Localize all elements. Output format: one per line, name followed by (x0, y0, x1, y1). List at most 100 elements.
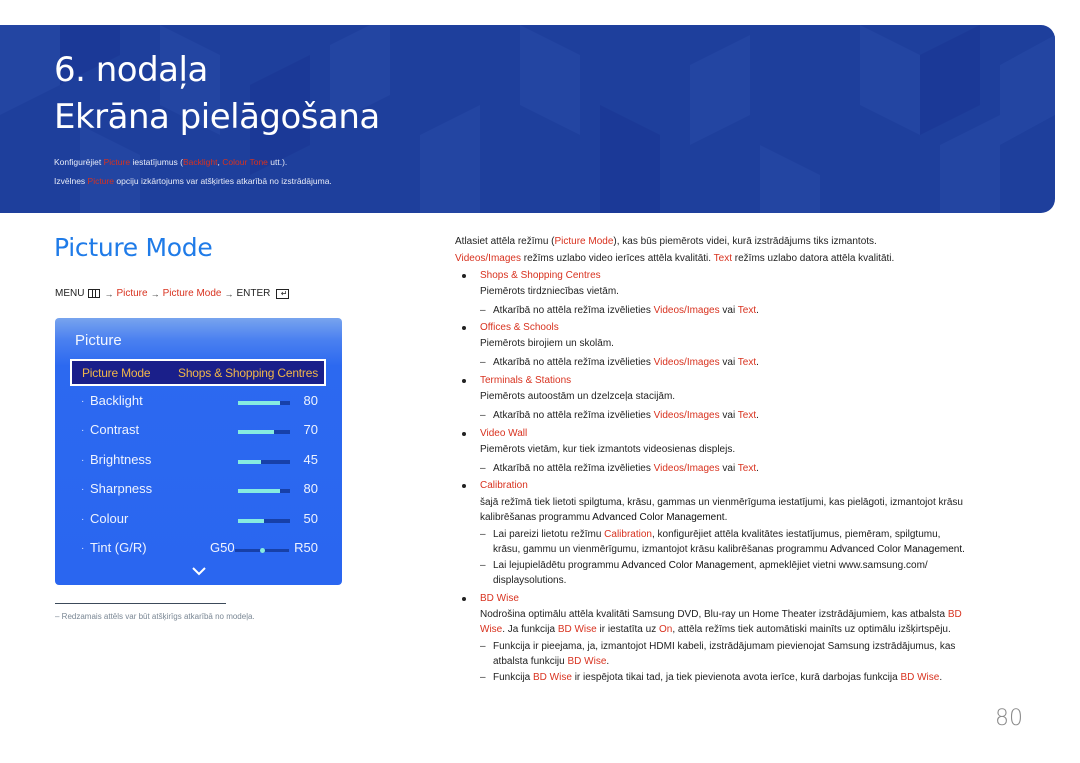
text-run: kalibrēšanas programmu (480, 512, 593, 523)
bullet-icon (462, 379, 466, 383)
setting-row-brightness[interactable]: · Brightness 45 (55, 452, 342, 472)
picture-mode-value: Shops & Shopping Centres (178, 365, 318, 380)
tint-green-value: G50 (210, 540, 235, 555)
setting-slider-fill (238, 430, 275, 434)
bullet-dot: · (81, 396, 85, 407)
text-run: šajā režīmā tiek lietoti spilgtuma, krās… (480, 497, 963, 508)
text-run: Lai pareizi lietotu režīmu (493, 529, 605, 540)
setting-slider[interactable] (238, 519, 290, 523)
text-run: Atkarībā no attēla režīma izvēlieties (493, 410, 654, 421)
text-run: atbalsta funkciju (493, 656, 568, 667)
highlight-term: Wise (480, 624, 503, 635)
product-name: Advanced Color Management (829, 544, 963, 555)
highlight-term: Videos/Images (653, 410, 720, 421)
arrow-icon: → (224, 288, 234, 299)
setting-row-tint[interactable]: · Tint (G/R) G50 R50 (55, 540, 342, 560)
dash-icon: – (480, 641, 486, 652)
mode-note: Atkarībā no attēla režīma izvēlieties Vi… (493, 304, 759, 318)
setting-slider[interactable] (238, 460, 290, 464)
intro-line-2: Videos/Images režīms uzlabo video ierīce… (455, 252, 894, 266)
arrow-icon: → (104, 288, 114, 299)
text-run: vai (719, 463, 738, 474)
highlight-term: Videos/Images (455, 253, 521, 264)
text-run: Nodrošina optimālu attēla kvalitāti Sams… (480, 609, 948, 620)
setting-label: Colour (90, 511, 129, 526)
highlight-term: Text (737, 463, 757, 474)
setting-value: 80 (303, 481, 318, 496)
tint-slider[interactable] (235, 547, 289, 553)
text-run: , konfigurējiet attēla kvalitātes iestat… (651, 529, 941, 540)
mode-name: Terminals & Stations (480, 375, 572, 386)
highlight-term: BD Wise (557, 624, 597, 635)
tint-red-value: R50 (294, 540, 318, 555)
setting-slider-fill (238, 401, 280, 405)
chevron-down-icon[interactable] (192, 566, 206, 576)
menu-icon (88, 289, 101, 298)
text-run: Funkcija ir pieejama, ja, izmantojot HDM… (493, 641, 956, 652)
setting-slider[interactable] (238, 489, 290, 493)
mode-description: šajā režīmā tiek lietoti spilgtuma, krās… (480, 496, 963, 510)
dash-icon: – (480, 305, 486, 316)
setting-slider[interactable] (238, 401, 290, 405)
text-run: utt.). (267, 157, 288, 167)
mode-description: Piemērots birojiem un skolām. (480, 338, 614, 349)
mode-description: Piemērots tirdzniecības vietām. (480, 286, 619, 297)
text-run: krāsu, gammu un vienmērīgumu, izmantojot… (493, 544, 830, 555)
text-run: Atkarībā no attēla režīma izvēlieties (493, 305, 654, 316)
dash-icon: – (480, 560, 486, 571)
menu-path-picture-mode: Picture Mode (162, 288, 222, 299)
highlight-term: Calibration (604, 529, 652, 540)
dash-icon: – (480, 410, 486, 421)
setting-row-backlight[interactable]: · Backlight 80 (55, 393, 342, 413)
chapter-number: 6. nodaļa (54, 50, 208, 90)
mode-name: Offices & Schools (480, 322, 559, 333)
highlight-term: Backlight (183, 157, 218, 167)
banner-description-line-1: Konfigurējiet Picture iestatījumus (Back… (54, 157, 287, 167)
bullet-dot: · (81, 514, 85, 525)
dash-icon: – (480, 672, 486, 683)
highlight-term: Picture (87, 176, 115, 186)
setting-row-sharpness[interactable]: · Sharpness 80 (55, 481, 342, 501)
text-run: Atkarībā no attēla režīma izvēlieties (493, 463, 654, 474)
text-run: . (606, 656, 610, 667)
text-run: Atlasiet attēla režīmu ( (455, 236, 555, 247)
text-run: . (756, 305, 759, 316)
highlight-term: Text (737, 410, 757, 421)
mode-note: Atkarībā no attēla režīma izvēlieties Vi… (493, 462, 759, 476)
picture-menu-panel: Picture Picture Mode Shops & Shopping Ce… (55, 318, 342, 585)
text-run: , apmeklējiet vietni www.samsung.com/ (753, 560, 928, 571)
mode-name: Video Wall (480, 428, 528, 439)
bullet-dot: · (81, 425, 85, 436)
panel-title: Picture (75, 332, 122, 349)
mode-note: Funkcija ir pieejama, ja, izmantojot HDM… (493, 640, 955, 654)
setting-row-contrast[interactable]: · Contrast 70 (55, 422, 342, 442)
setting-slider[interactable] (238, 430, 290, 434)
setting-row-colour[interactable]: · Colour 50 (55, 511, 342, 531)
tint-slider-knob[interactable] (259, 547, 265, 553)
highlight-term: BD Wise (567, 656, 607, 667)
text-run: opciju izkārtojums var atšķirties atkarī… (114, 176, 332, 186)
bullet-icon (462, 597, 466, 601)
highlight-term: Picture (103, 157, 131, 167)
bullet-dot: · (81, 543, 85, 554)
setting-slider-fill (238, 519, 264, 523)
menu-path: MENU → Picture → Picture Mode → ENTER ↵ (55, 288, 290, 299)
picture-mode-row[interactable]: Picture Mode Shops & Shopping Centres (70, 359, 326, 386)
text-run: vai (719, 410, 738, 421)
chapter-title: Ekrāna pielāgošana (54, 97, 380, 137)
text-run: Izvēlnes (54, 176, 88, 186)
mode-description: kalibrēšanas programmu Advanced Color Ma… (480, 511, 727, 525)
enter-icon: ↵ (276, 288, 290, 299)
highlight-term: Colour Tone (222, 157, 268, 167)
text-run: displaysolutions. (493, 575, 567, 586)
mode-description: Piemērots vietām, kur tiek izmantots vid… (480, 444, 736, 455)
menu-label: MENU (55, 288, 85, 299)
bullet-icon (462, 484, 466, 488)
bullet-icon (462, 432, 466, 436)
enter-label: ENTER (236, 288, 271, 299)
mode-name: Shops & Shopping Centres (480, 270, 601, 281)
highlight-term: BD (947, 609, 962, 620)
highlight-term: Videos/Images (653, 357, 720, 368)
mode-note: krāsu, gammu un vienmērīgumu, izmantojot… (493, 543, 965, 557)
text-run: Lai lejupielādētu programmu (493, 560, 622, 571)
